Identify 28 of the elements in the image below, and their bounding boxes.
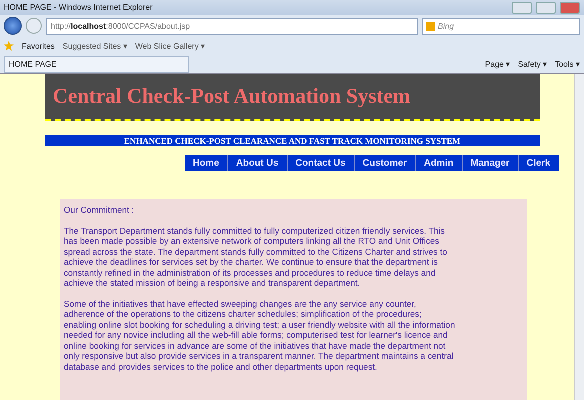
- content-heading: Our Commitment :: [64, 205, 136, 216]
- nav-link[interactable]: Manager: [462, 155, 518, 171]
- nav-link[interactable]: Customer: [354, 155, 416, 171]
- scroll-bar[interactable]: [574, 74, 584, 400]
- back-button[interactable]: [4, 17, 22, 35]
- site-title: Central Check-Post Automation System: [53, 84, 411, 109]
- address-field[interactable]: http://localhost:8000/CCPAS/about.jsp: [46, 18, 418, 34]
- command-menu[interactable]: Tools ▾: [555, 60, 580, 68]
- maximize-button[interactable]: [536, 2, 556, 14]
- nav-link[interactable]: Contact Us: [286, 155, 354, 171]
- nav-link[interactable]: Home: [185, 155, 228, 171]
- command-menu[interactable]: Safety ▾: [518, 60, 548, 68]
- forward-button[interactable]: [26, 18, 42, 34]
- search-field[interactable]: Bing: [422, 18, 580, 34]
- favorites-button[interactable]: Favorites: [22, 42, 55, 50]
- favorites-link[interactable]: Suggested Sites ▾: [62, 42, 128, 50]
- favorites-link[interactable]: Web Slice Gallery ▾: [135, 42, 206, 50]
- nav-link[interactable]: Admin: [415, 155, 462, 171]
- close-button[interactable]: [560, 2, 580, 14]
- nav-link[interactable]: About Us: [227, 155, 287, 171]
- nav-link[interactable]: Clerk: [518, 155, 559, 171]
- command-menu[interactable]: Page ▾: [485, 60, 510, 68]
- minimize-button[interactable]: [512, 2, 532, 14]
- paragraph: The Transport Department stands fully committed to fully computerized citizen friendly services. This has been made possible by an extensive network of computers linking all the RTO and Unit Offices spread across the state. The department stands fully committed to the Citizens Charter and strives to achieve the deadlines for services set by the charter. We continue to ensure that the department is constantly refined in the administration of its processes and procedures to reduce time delays and achieve the stated mission of being a responsive and transparent department.: [64, 226, 448, 288]
- paragraph: Some of the initiatives that have effected sweeping changes are the any service any counter, adherence of the operations to the citizens charter schedules; simplification of the procedures; enabling online slot booking for scheduling a driving test; a user friendly website with all the information needed for any novice including all the web-fill able forms; computerised test for learner's licence and online booking for services in advance are some of the initiatives that have made the department not only responsive but also provide services in a transparent manner. The department maintains a central database and provides services to the police and other departments upon request.: [64, 298, 456, 372]
- window-title: HOME PAGE - Windows Internet Explorer: [4, 3, 154, 12]
- browser-tab[interactable]: HOME PAGE: [4, 56, 189, 72]
- subtitle-bar: ENHANCED CHECK-POST CLEARANCE AND FAST TRACK MONITORING SYSTEM: [45, 135, 540, 146]
